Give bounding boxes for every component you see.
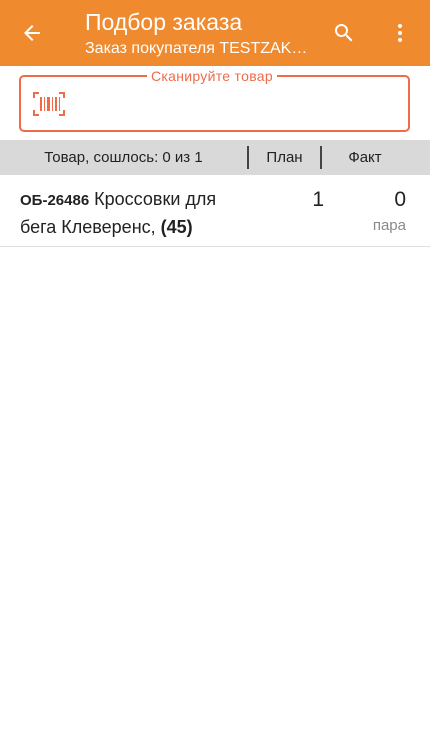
more-vertical-icon (398, 24, 402, 42)
fact-quantity: 0 (394, 188, 406, 211)
page-subtitle: Заказ покупателя TESTZAKAZ_000123 (85, 40, 310, 57)
column-header-plan: План (266, 149, 303, 166)
scan-input[interactable]: Сканируйте товар (19, 67, 410, 132)
barcode-scan-icon (33, 92, 65, 116)
column-header-fact: Факт (348, 149, 382, 166)
column-header-product: Товар, сошлось: 0 из 1 (44, 149, 203, 166)
product-name: ОБ-26486 Кроссовки для бега Клеверенс, (… (20, 186, 255, 240)
product-size: (45) (160, 217, 193, 237)
product-code: ОБ-26486 (20, 192, 90, 209)
more-options-button[interactable] (384, 15, 416, 51)
app-bar: Подбор заказа Заказ покупателя TESTZAKAZ… (0, 0, 430, 66)
arrow-left-icon (24, 25, 40, 41)
plan-quantity: 1 (312, 188, 324, 211)
app-screen: Подбор заказа Заказ покупателя TESTZAKAZ… (0, 0, 430, 738)
search-icon (335, 24, 353, 42)
search-button[interactable] (326, 15, 362, 51)
table-row[interactable]: ОБ-26486 Кроссовки для бега Клеверенс, (… (0, 176, 430, 247)
unit-label: пара (372, 217, 406, 234)
table-header: Товар, сошлось: 0 из 1 План Факт (0, 140, 430, 175)
page-title: Подбор заказа (85, 9, 243, 35)
scan-label: Сканируйте товар (147, 67, 277, 85)
back-button[interactable] (14, 15, 50, 51)
